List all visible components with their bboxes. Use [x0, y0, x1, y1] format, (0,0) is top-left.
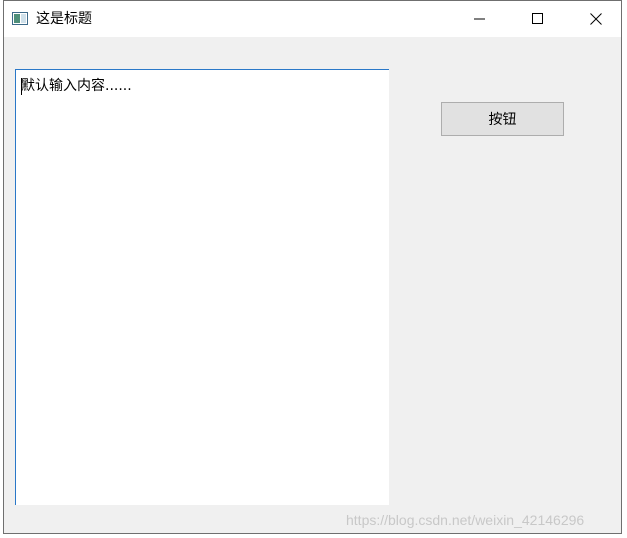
editor-content: 默认输入内容......	[21, 78, 132, 94]
push-button[interactable]: 按钮	[441, 102, 564, 136]
maximize-icon	[532, 12, 543, 24]
maximize-button[interactable]	[509, 1, 567, 36]
minimize-button[interactable]	[451, 1, 509, 36]
title-bar[interactable]: 这是标题	[4, 1, 621, 37]
minimize-icon	[474, 18, 485, 19]
window-title: 这是标题	[36, 11, 92, 27]
text-editor[interactable]: 默认输入内容......	[15, 69, 389, 505]
close-button[interactable]	[567, 1, 621, 36]
watermark-text: https://blog.csdn.net/weixin_42146296	[346, 512, 585, 528]
app-window-icon	[12, 12, 28, 25]
main-window: 这是标题 默认输入内容...... 按钮 https://blog.csdn.n…	[3, 0, 622, 534]
close-icon	[590, 12, 602, 25]
